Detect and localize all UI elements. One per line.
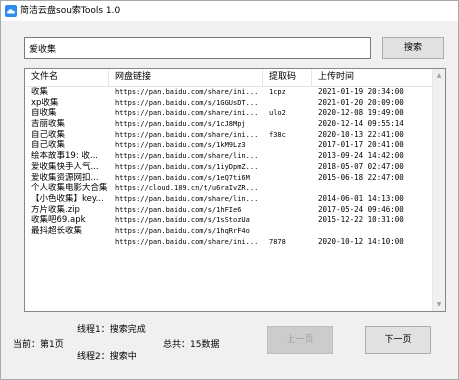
cell-time: 2020-10-12 14:10:00 xyxy=(318,236,404,246)
cell-code xyxy=(263,183,312,194)
total-count-label: 总共：15数据 xyxy=(163,340,220,350)
table-row[interactable]: 自己收集 https://pan.baidu.com/share/ini... f3… xyxy=(25,130,433,141)
vertical-scrollbar[interactable]: ▲ ▼ xyxy=(432,69,445,311)
cell-code xyxy=(263,194,312,205)
cell-code xyxy=(263,119,312,130)
cell-filename: 自收集 xyxy=(31,108,57,119)
cell-time: 2021-01-20 20:09:00 xyxy=(318,97,404,107)
app-window: 简洁云盘sou索Tools 1.0 搜索 文件名 网盘链接 提取码 上传时间 收… xyxy=(0,0,459,380)
cell-filename: xp收集 xyxy=(31,97,59,108)
cell-link: https://pan.baidu.com/s/1GGUsDT... xyxy=(115,98,259,107)
cell-link: https://pan.baidu.com/share/ini... xyxy=(115,130,259,139)
table-row[interactable]: 爱收集资源网扣... https://pan.baidu.com/s/1eQ7ti… xyxy=(25,173,433,184)
thread2-status: 线程2：搜索中 xyxy=(77,352,137,362)
next-page-button[interactable]: 下一页 xyxy=(365,326,431,354)
column-header-code[interactable]: 提取码 xyxy=(263,69,312,86)
current-page-label: 当前：第1页 xyxy=(13,340,64,350)
cell-time xyxy=(312,183,433,194)
cell-filename: 收集吧69.apk xyxy=(31,215,86,226)
cell-link: https://pan.baidu.com/s/1iyDpmZ... xyxy=(115,162,259,171)
cell-link: https://pan.baidu.com/share/ini... xyxy=(115,109,259,118)
cell-code: ulo2 xyxy=(269,109,286,118)
cell-filename: 绘本故事19: 收... xyxy=(31,151,98,162)
table-row[interactable]: 收集 https://pan.baidu.com/share/ini... 1cpz… xyxy=(25,87,433,98)
cell-code xyxy=(263,98,312,109)
cell-filename: 最抖超长收集 xyxy=(31,225,83,236)
cell-code: 1cpz xyxy=(269,88,286,96)
cell-link: https://pan.baidu.com/s/1sStozUa xyxy=(115,216,250,225)
cell-time: 2017-01-17 20:41:00 xyxy=(318,140,404,150)
cell-link: https://pan.baidu.com/share/ini... xyxy=(115,237,259,246)
table-row[interactable]: 爱收集快手人气... https://pan.baidu.com/s/1iyDpm… xyxy=(25,162,433,173)
cell-code xyxy=(263,215,312,226)
cell-link: https://pan.baidu.com/share/lin... xyxy=(115,194,259,203)
cell-code xyxy=(263,226,312,237)
table-row[interactable]: 绘本故事19: 收... https://pan.baidu.com/share/… xyxy=(25,151,433,162)
table-row[interactable]: https://pan.baidu.com/share/ini... 7878 20… xyxy=(25,237,433,248)
cell-link: https://pan.baidu.com/share/ini... xyxy=(115,88,259,96)
cell-time: 2015-06-18 22:47:00 xyxy=(318,172,404,182)
cell-time: 2020-10-13 22:41:00 xyxy=(318,129,404,139)
table-row[interactable]: 吉丽收集 https://pan.baidu.com/s/1cJ8Mpj 2020-… xyxy=(25,119,433,130)
thread1-status: 线程1：搜索完成 xyxy=(77,325,146,335)
table-row[interactable]: 个人收集电影大合集 https://cloud.189.cn/t/u6raIvZR… xyxy=(25,183,433,194)
cell-filename: 收集 xyxy=(31,87,49,97)
table-row[interactable]: 收集吧69.apk https://pan.baidu.com/s/1sStozU… xyxy=(25,215,433,226)
table-row[interactable]: 【小色收集】key... https://pan.baidu.com/share/… xyxy=(25,194,433,205)
scroll-down-arrow-icon[interactable]: ▼ xyxy=(433,298,445,311)
cell-filename: 【小色收集】key... xyxy=(31,193,104,204)
cell-link: https://pan.baidu.com/share/lin... xyxy=(115,152,259,161)
search-button[interactable]: 搜索 xyxy=(382,37,444,59)
column-header-filename[interactable]: 文件名 xyxy=(25,69,109,86)
cell-time xyxy=(312,226,433,237)
cell-code xyxy=(263,140,312,151)
cell-filename: 爱收集资源网扣... xyxy=(31,172,99,183)
cell-code xyxy=(263,173,312,184)
cell-filename: 自己收集 xyxy=(31,129,66,140)
cell-filename: 个人收集电影大合集 xyxy=(31,183,108,194)
cell-filename: 自己收集 xyxy=(31,140,66,151)
cell-link: https://pan.baidu.com/s/1hqRrF4o xyxy=(115,226,250,235)
column-header-time[interactable]: 上传时间 xyxy=(312,69,433,86)
column-header-link[interactable]: 网盘链接 xyxy=(109,69,263,86)
cell-link: https://pan.baidu.com/s/1kM9Lz3 xyxy=(115,141,246,150)
cell-code: f38c xyxy=(269,130,286,139)
cell-filename: 方片收集.zip xyxy=(31,204,80,215)
table-row[interactable]: xp收集 https://pan.baidu.com/s/1GGUsDT... 20… xyxy=(25,98,433,109)
cell-code xyxy=(263,205,312,216)
title-bar: 简洁云盘sou索Tools 1.0 xyxy=(1,1,458,21)
prev-page-button[interactable]: 上一页 xyxy=(267,326,333,354)
cell-time: 2017-05-24 09:46:00 xyxy=(318,204,404,214)
cell-link: https://pan.baidu.com/s/1eQ7ti6M xyxy=(115,173,250,182)
cell-time: 2021-01-19 20:34:00 xyxy=(318,87,404,96)
cell-time: 2020-12-14 09:55:14 xyxy=(318,119,404,129)
cell-time: 2015-12-22 10:31:00 xyxy=(318,215,404,225)
cloud-icon xyxy=(5,5,17,17)
cell-filename xyxy=(25,237,109,248)
search-input[interactable] xyxy=(24,37,371,59)
cell-code xyxy=(263,162,312,173)
table-header: 文件名 网盘链接 提取码 上传时间 xyxy=(25,69,433,87)
cell-time: 2014-06-01 14:13:00 xyxy=(318,193,404,203)
results-table: 文件名 网盘链接 提取码 上传时间 收集 https://pan.baidu.co… xyxy=(24,68,446,312)
table-body: 收集 https://pan.baidu.com/share/ini... 1cpz… xyxy=(25,87,433,247)
cell-link: https://pan.baidu.com/s/1hFIe6 xyxy=(115,205,242,214)
cell-time: 2020-12-08 19:49:00 xyxy=(318,108,404,118)
scroll-up-arrow-icon[interactable]: ▲ xyxy=(433,69,445,82)
window-title: 简洁云盘sou索Tools 1.0 xyxy=(20,6,121,16)
cell-link: https://cloud.189.cn/t/u6raIvZR... xyxy=(115,184,259,193)
table-row[interactable]: 最抖超长收集 https://pan.baidu.com/s/1hqRrF4o xyxy=(25,226,433,237)
table-row[interactable]: 自己收集 https://pan.baidu.com/s/1kM9Lz3 2017-… xyxy=(25,140,433,151)
table-row[interactable]: 自收集 https://pan.baidu.com/share/ini... ulo… xyxy=(25,108,433,119)
cell-time: 2018-05-07 02:47:00 xyxy=(318,161,404,171)
cell-code xyxy=(263,151,312,162)
cell-time: 2013-09-24 14:42:00 xyxy=(318,151,404,161)
cell-filename: 吉丽收集 xyxy=(31,119,66,130)
cell-code: 7878 xyxy=(269,237,286,246)
cell-filename: 爱收集快手人气... xyxy=(31,161,99,172)
cell-link: https://pan.baidu.com/s/1cJ8Mpj xyxy=(115,120,246,129)
table-row[interactable]: 方片收集.zip https://pan.baidu.com/s/1hFIe6 20… xyxy=(25,205,433,216)
